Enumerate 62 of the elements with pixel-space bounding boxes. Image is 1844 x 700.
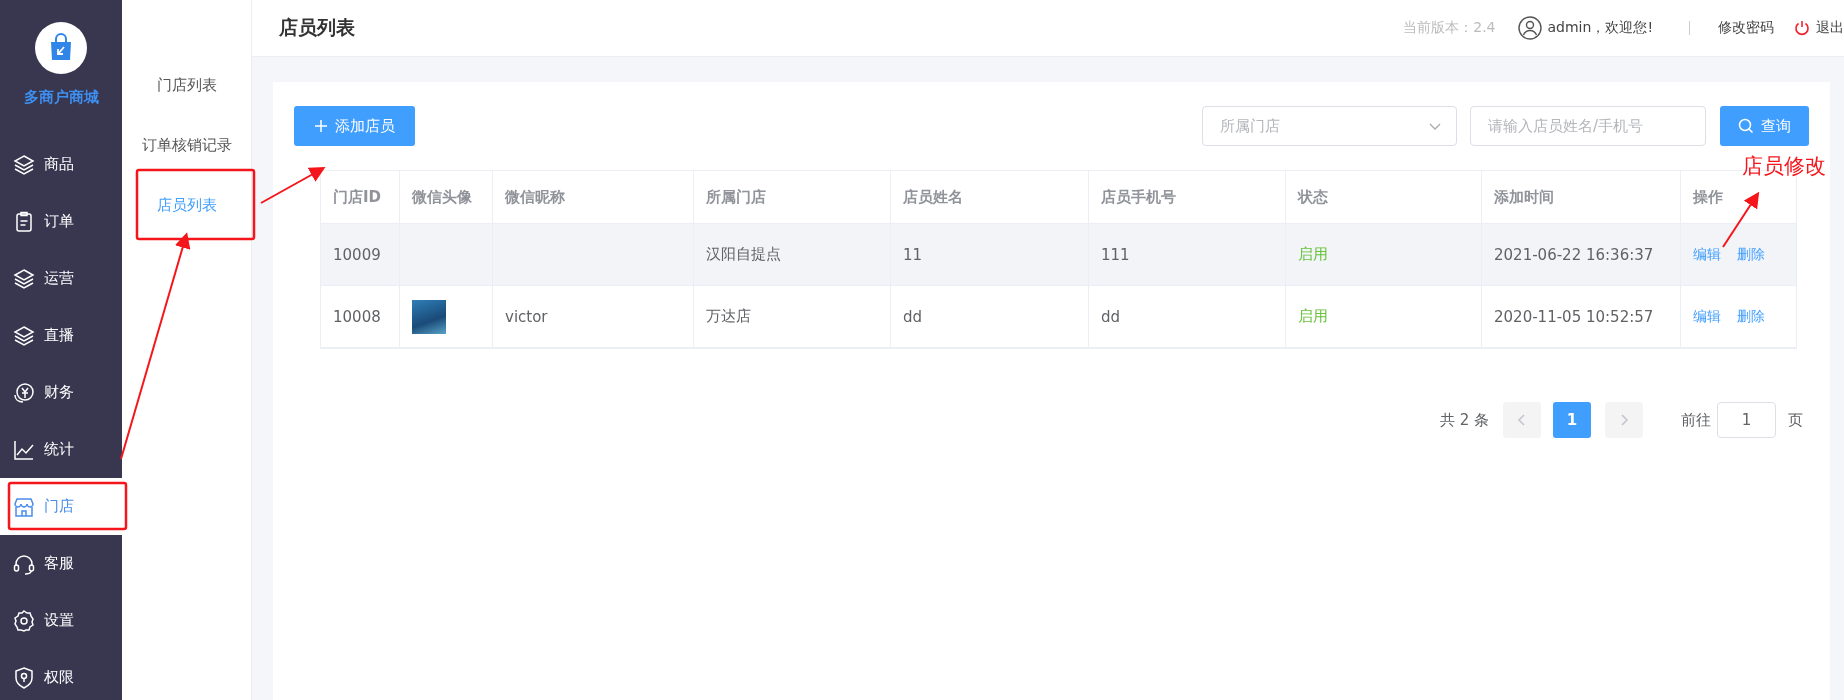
coin-icon xyxy=(12,380,36,405)
table-cell: 万达店 xyxy=(706,307,751,326)
photo-placeholder xyxy=(412,299,446,334)
sidebar-item[interactable]: 统计 xyxy=(0,421,122,478)
logout-link[interactable]: 退出 xyxy=(1816,19,1844,37)
table-cell: 10008 xyxy=(333,307,381,326)
sidebar-item[interactable]: 运营 xyxy=(0,250,122,307)
brand-name: 多商户商城 xyxy=(23,88,99,107)
column-header: 店员手机号 xyxy=(1101,187,1176,207)
user-icon xyxy=(1517,16,1542,40)
search-field[interactable]: 请输入店员姓名/手机号 xyxy=(1470,106,1706,146)
arrow xyxy=(1722,191,1760,248)
table-cell: 111 xyxy=(1101,245,1130,264)
sidebar-item[interactable]: 商品 xyxy=(0,136,122,193)
layers-icon xyxy=(12,266,36,291)
settings-icon xyxy=(12,608,36,633)
column-header: 所属门店 xyxy=(706,187,766,207)
goto-label: 前往 xyxy=(1681,410,1711,430)
page-title: 店员列表 xyxy=(279,15,355,40)
table-cell: dd xyxy=(903,307,923,326)
column-header: 操作 xyxy=(1693,187,1723,207)
column-header: 添加时间 xyxy=(1494,187,1554,207)
column-header: 门店ID xyxy=(333,187,382,207)
logo-icon xyxy=(35,22,87,74)
total-count: 共 2 条 xyxy=(1439,410,1489,430)
table-cell: 2020-11-05 10:52:57 xyxy=(1494,307,1654,326)
layers-icon xyxy=(12,152,36,177)
sidebar-item[interactable]: 直播 xyxy=(0,307,122,364)
column-header: 店员姓名 xyxy=(903,187,963,207)
search-icon xyxy=(1738,118,1754,134)
column-header: 微信昵称 xyxy=(505,187,565,207)
change-password-link[interactable]: 修改密码 xyxy=(1718,19,1774,37)
table-cell: 汉阳自提点 xyxy=(706,245,781,264)
sidebar-item[interactable]: 权限 xyxy=(0,649,122,700)
sidebar-item[interactable]: 客服 xyxy=(0,535,122,592)
arrow xyxy=(260,167,326,204)
submenu-item[interactable]: 订单核销记录 xyxy=(122,115,251,175)
welcome-text: admin，欢迎您! xyxy=(1547,19,1653,37)
table-cell: 2021-06-22 16:36:37 xyxy=(1494,245,1654,264)
page-unit: 页 xyxy=(1788,410,1803,430)
plus-icon xyxy=(314,119,328,133)
sidebar-item[interactable]: 门店 xyxy=(0,478,122,535)
submenu-item[interactable]: 门店列表 xyxy=(122,55,251,115)
column-header: 微信头像 xyxy=(412,187,472,207)
table-cell: dd xyxy=(1101,307,1121,326)
table-cell: 10009 xyxy=(333,245,381,264)
sidebar-item[interactable]: 订单 xyxy=(0,193,122,250)
column-header: 状态 xyxy=(1298,187,1328,207)
sidebar-item[interactable]: 设置 xyxy=(0,592,122,649)
sidebar-item[interactable]: 财务 xyxy=(0,364,122,421)
chevron-left-icon xyxy=(1517,414,1527,426)
status-text: 启用 xyxy=(1298,245,1328,264)
version-text: 当前版本：2.4 xyxy=(1403,19,1496,37)
page-input[interactable]: 1 xyxy=(1717,402,1776,438)
shield-icon xyxy=(12,665,36,690)
status-text: 启用 xyxy=(1298,307,1328,326)
power-icon xyxy=(1794,20,1810,36)
table-cell: 11 xyxy=(903,245,923,264)
layers-icon xyxy=(12,323,36,348)
chevron-right-icon xyxy=(1619,414,1629,426)
table-cell: victor xyxy=(505,307,548,326)
annotation-text: 店员修改 xyxy=(1742,153,1826,180)
